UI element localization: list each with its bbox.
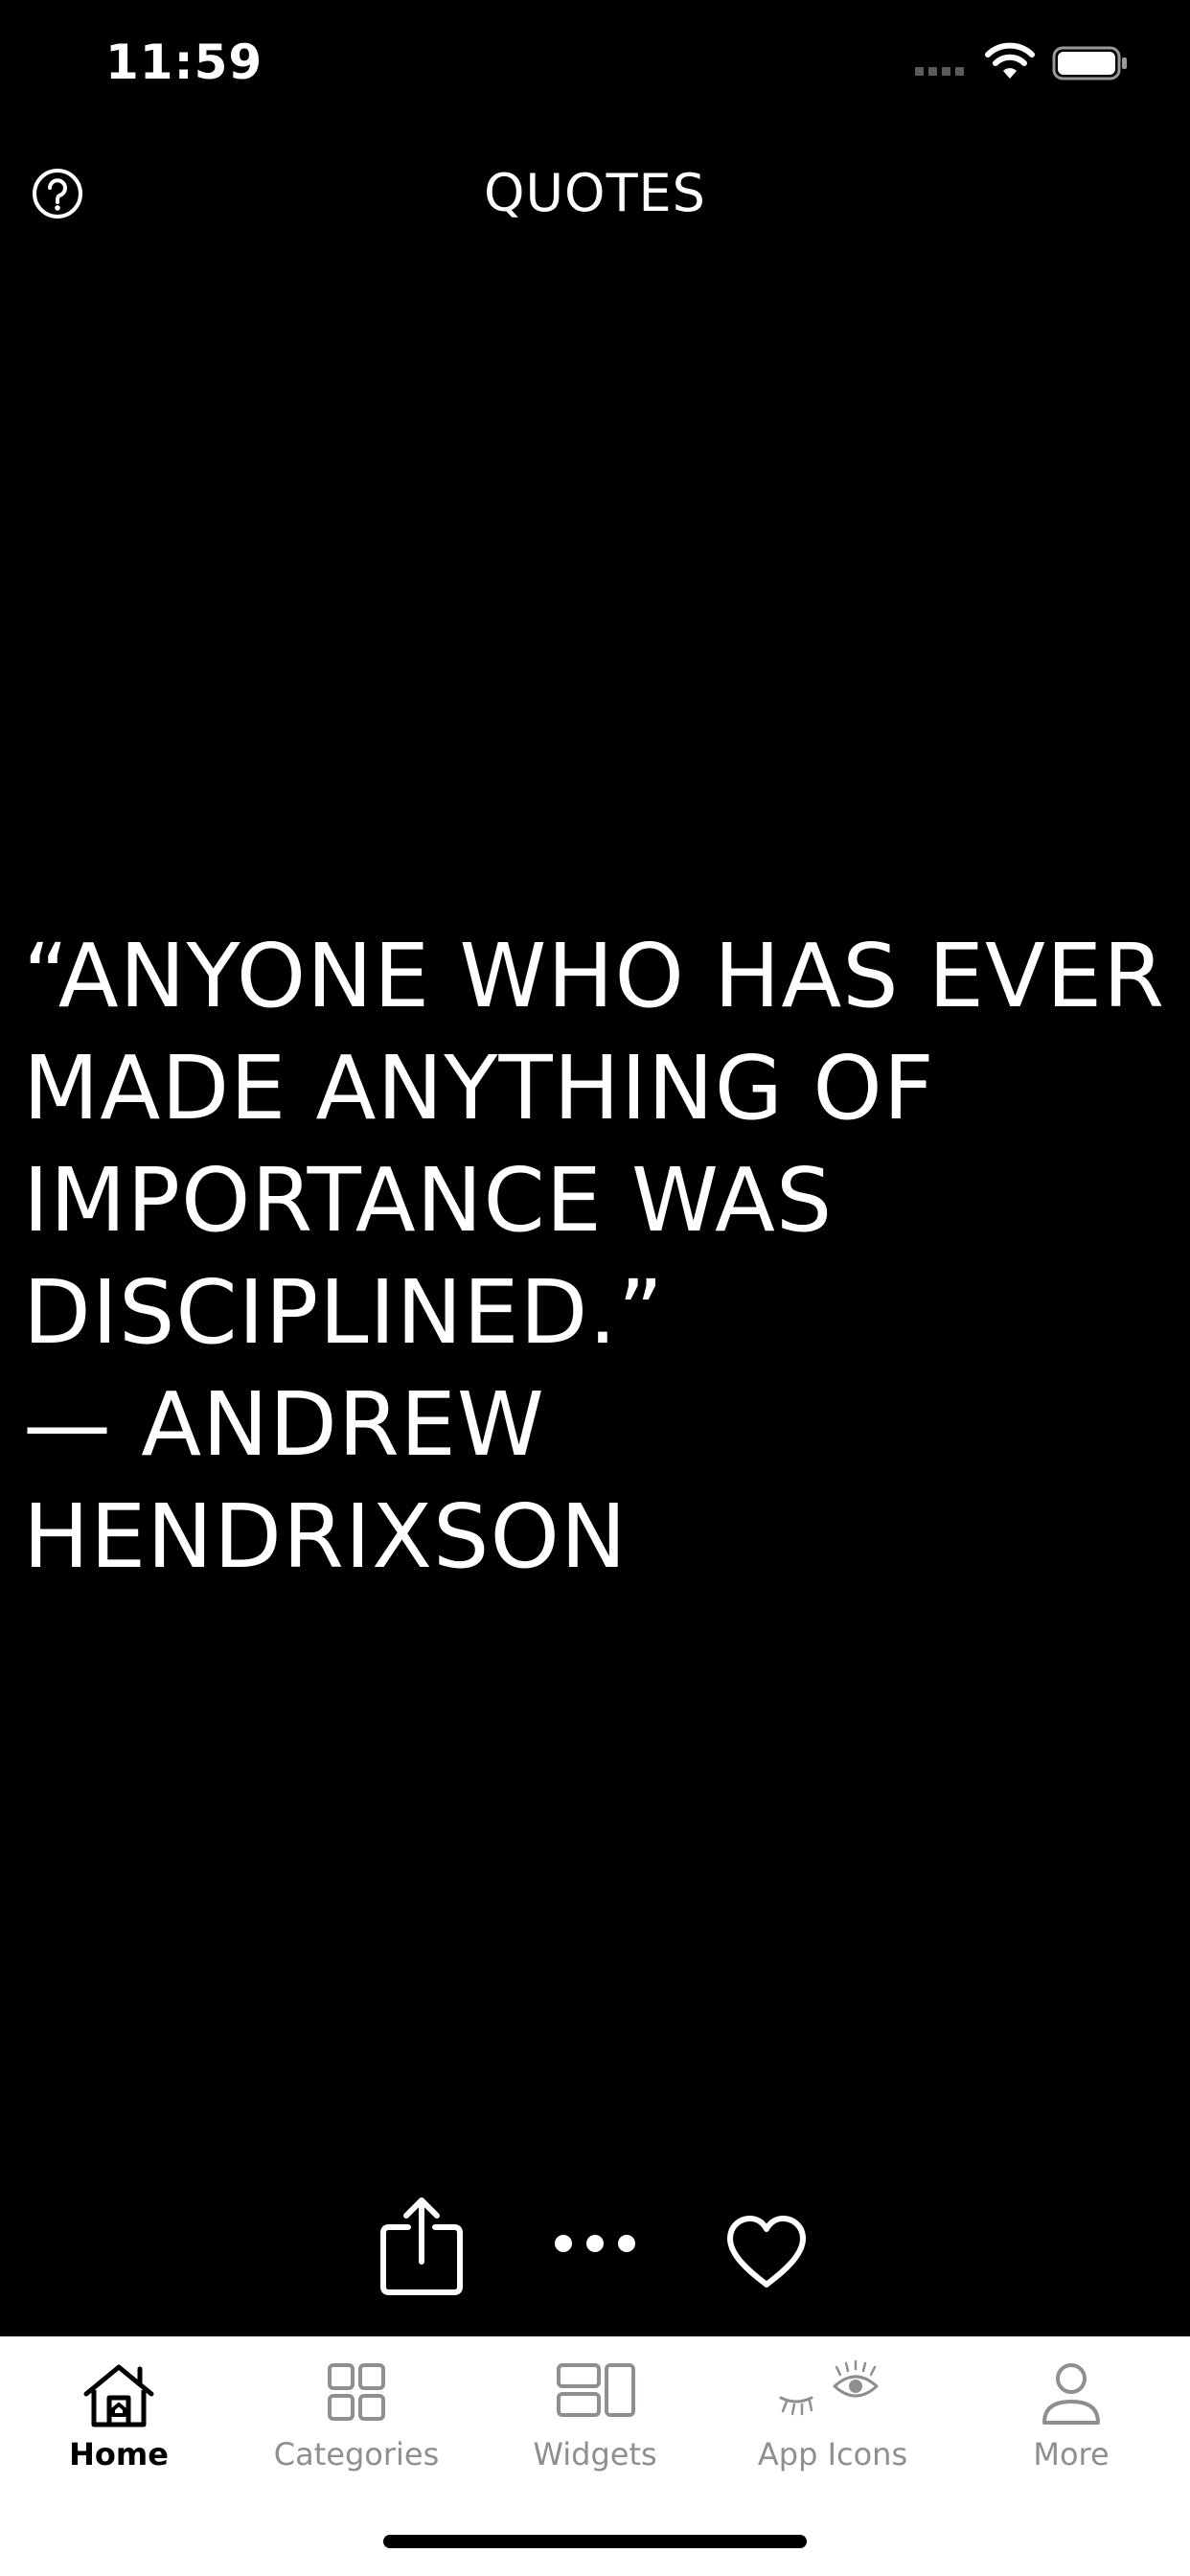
tab-categories[interactable]: Categories bbox=[238, 2336, 475, 2490]
header: QUOTES bbox=[0, 144, 1190, 240]
heart-icon[interactable] bbox=[724, 2214, 809, 2290]
cellular-signal-icon bbox=[915, 67, 964, 76]
battery-icon bbox=[1052, 46, 1127, 80]
home-indicator[interactable] bbox=[383, 2535, 807, 2548]
page-title: QUOTES bbox=[484, 163, 706, 223]
tab-widgets[interactable]: Widgets bbox=[476, 2336, 714, 2490]
tab-label-more: More bbox=[1033, 2436, 1110, 2472]
share-icon[interactable] bbox=[379, 2195, 464, 2296]
tab-more[interactable]: More bbox=[952, 2336, 1190, 2490]
status-bar: 11:59 bbox=[0, 0, 1190, 134]
tab-home[interactable]: Home bbox=[0, 2336, 238, 2490]
tab-label-widgets: Widgets bbox=[533, 2436, 657, 2472]
ellipsis-icon[interactable] bbox=[554, 2229, 636, 2258]
quote-text: “ANYONE WHO HAS EVER MADE ANYTHING OF IM… bbox=[23, 925, 1166, 1364]
tab-label-app-icons: App Icons bbox=[757, 2436, 908, 2472]
status-time: 11:59 bbox=[105, 34, 263, 90]
tab-app-icons[interactable]: App Icons bbox=[714, 2336, 951, 2490]
eye-icon bbox=[779, 2359, 879, 2416]
quote-actions bbox=[0, 2195, 1190, 2300]
person-icon bbox=[1042, 2363, 1100, 2425]
quote-author: — ANDREW HENDRIXSON bbox=[23, 1373, 628, 1588]
tab-label-home: Home bbox=[69, 2436, 169, 2472]
grid-icon bbox=[328, 2363, 385, 2421]
home-icon bbox=[83, 2364, 154, 2427]
tab-label-categories: Categories bbox=[273, 2436, 440, 2472]
wifi-icon bbox=[985, 42, 1035, 79]
quote-card: “ANYONE WHO HAS EVER MADE ANYTHING OF IM… bbox=[23, 920, 1173, 1593]
widgets-icon bbox=[557, 2363, 635, 2417]
app-screen: 11:59 QUOTES “ANYONE WHO HAS EVER MADE A… bbox=[0, 0, 1190, 2576]
